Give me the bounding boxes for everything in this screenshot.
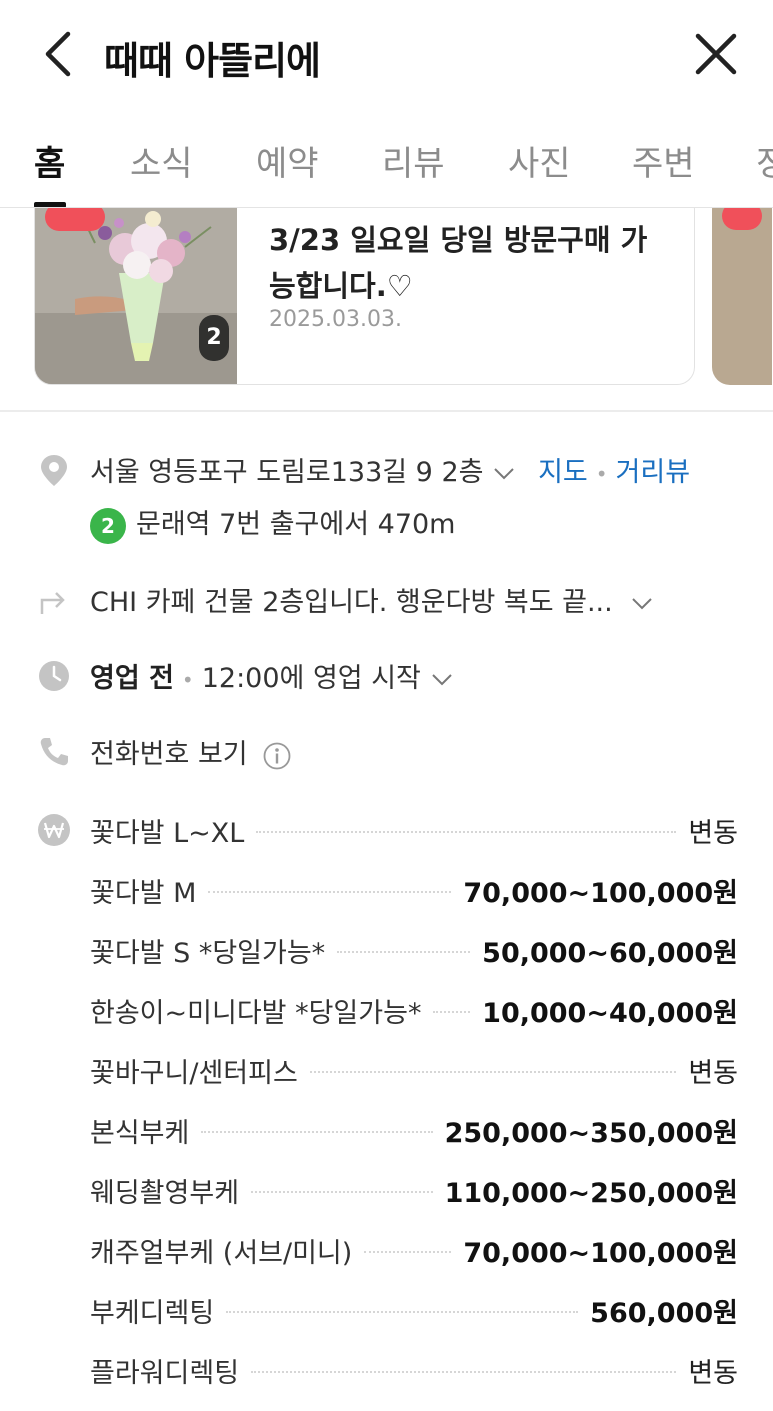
price-item-name: 꽃바구니/센터피스 xyxy=(90,1057,298,1089)
price-dotted-leader xyxy=(201,1131,433,1133)
business-status: 영업 전 xyxy=(90,663,174,694)
directions-arrow-icon xyxy=(36,582,72,618)
price-dotted-leader xyxy=(251,1371,677,1373)
subway-text: 문래역 7번 출구에서 470m xyxy=(136,509,456,540)
map-link[interactable]: 지도 xyxy=(538,457,588,488)
tab-reviews[interactable]: 리뷰 xyxy=(382,136,445,185)
price-item: 웨딩촬영부케 110,000~250,000원 xyxy=(90,1170,738,1210)
street-view-link[interactable]: 거리뷰 xyxy=(616,457,691,488)
info-icon[interactable] xyxy=(262,741,292,771)
chevron-down-icon[interactable] xyxy=(431,673,453,687)
price-item: 캐주얼부케 (서브/미니) 70,000~100,000원 xyxy=(90,1230,738,1270)
price-dotted-leader xyxy=(256,831,677,833)
address-row: 서울 영등포구 도림로133길 9 2층 지도 • 거리뷰 xyxy=(90,450,690,489)
phone-text: 전화번호 보기 xyxy=(90,739,248,770)
price-item-name: 꽃다발 M xyxy=(90,877,197,909)
directions-row[interactable]: CHI 카페 건물 2층입니다. 행운다방 복도 끝... xyxy=(90,580,653,619)
clock-icon xyxy=(36,658,72,694)
tab-bar: 홈 소식 예약 리뷰 사진 주변 정 xyxy=(0,108,773,208)
subway-line-badge: 2 xyxy=(90,507,126,544)
separator-dot: • xyxy=(181,667,194,692)
chevron-down-icon[interactable] xyxy=(631,597,653,611)
price-dotted-leader xyxy=(364,1251,452,1253)
directions-text: CHI 카페 건물 2층입니다. 행운다방 복도 끝... xyxy=(90,587,613,618)
phone-icon xyxy=(36,734,72,770)
header-bar: 때때 아뜰리에 xyxy=(0,0,773,108)
page-title: 때때 아뜰리에 xyxy=(104,39,321,83)
price-item: 부케디렉팅 560,000원 xyxy=(90,1290,738,1330)
price-dotted-leader xyxy=(226,1311,579,1313)
price-item: 플라워디렉팅 변동 xyxy=(90,1350,738,1390)
tab-nearby[interactable]: 주변 xyxy=(632,136,695,185)
tab-reservation[interactable]: 예약 xyxy=(256,136,319,185)
price-item-name: 캐주얼부케 (서브/미니) xyxy=(90,1237,353,1269)
news-date: 2025.03.03. xyxy=(269,307,402,332)
section-divider xyxy=(0,410,773,412)
image-count-badge: 2 xyxy=(199,315,229,361)
tab-news[interactable]: 소식 xyxy=(130,136,193,185)
price-item-value: 110,000~250,000원 xyxy=(444,1177,738,1209)
price-item-value: 560,000원 xyxy=(590,1297,738,1329)
location-pin-icon xyxy=(36,452,72,488)
next-news-card[interactable] xyxy=(712,208,772,385)
tab-home[interactable]: 홈 xyxy=(34,136,65,185)
price-item-value: 10,000~40,000원 xyxy=(482,997,738,1029)
price-dotted-leader xyxy=(251,1191,433,1193)
tab-info[interactable]: 정 xyxy=(756,136,773,185)
address-text: 서울 영등포구 도림로133길 9 2층 xyxy=(90,457,484,488)
price-item-value: 250,000~350,000원 xyxy=(444,1117,738,1149)
news-title: 3/23 일요일 당일 방문구매 가능합니다.♡ xyxy=(269,223,648,303)
tab-photos[interactable]: 사진 xyxy=(508,136,571,185)
price-item-value: 변동 xyxy=(688,817,738,849)
price-item-name: 꽃다발 L~XL xyxy=(90,817,245,849)
price-item: 꽃바구니/센터피스 변동 xyxy=(90,1050,738,1090)
price-item-name: 꽃다발 S *당일가능* xyxy=(90,937,326,969)
price-dotted-leader xyxy=(433,1011,471,1013)
chevron-down-icon[interactable] xyxy=(493,467,515,481)
news-new-badge xyxy=(45,208,105,231)
news-card[interactable]: 2 3/23 일요일 당일 방문구매 가능합니다.♡ 2025.03.03. xyxy=(34,208,695,385)
price-dotted-leader xyxy=(309,1071,677,1073)
price-item-value: 70,000~100,000원 xyxy=(463,1237,738,1269)
news-carousel: 2 3/23 일요일 당일 방문구매 가능합니다.♡ 2025.03.03. xyxy=(0,208,773,410)
price-dotted-leader xyxy=(337,951,471,953)
price-item-name: 플라워디렉팅 xyxy=(90,1357,240,1389)
business-hours: 12:00에 영업 시작 xyxy=(201,663,421,694)
price-item-value: 변동 xyxy=(688,1357,738,1389)
price-dotted-leader xyxy=(208,891,452,893)
subway-row: 2 문래역 7번 출구에서 470m xyxy=(90,502,455,544)
price-item: 꽃다발 L~XL 변동 xyxy=(90,810,738,850)
price-item: 꽃다발 S *당일가능* 50,000~60,000원 xyxy=(90,930,738,970)
price-item-value: 70,000~100,000원 xyxy=(463,877,738,909)
price-item: 꽃다발 M 70,000~100,000원 xyxy=(90,870,738,910)
news-thumbnail: 2 xyxy=(35,208,237,384)
price-item-name: 본식부케 xyxy=(90,1117,190,1149)
price-item: 한송이~미니다발 *당일가능* 10,000~40,000원 xyxy=(90,990,738,1030)
hours-row[interactable]: 영업 전 • 12:00에 영업 시작 xyxy=(90,656,453,695)
price-item-name: 웨딩촬영부케 xyxy=(90,1177,240,1209)
won-icon xyxy=(36,812,72,848)
close-icon[interactable] xyxy=(690,28,742,80)
back-arrow-icon[interactable] xyxy=(36,28,84,80)
separator-dot: • xyxy=(595,461,608,486)
price-item-value: 변동 xyxy=(688,1057,738,1089)
news-new-badge xyxy=(722,208,762,230)
price-item-name: 부케디렉팅 xyxy=(90,1297,215,1329)
price-item-value: 50,000~60,000원 xyxy=(482,937,738,969)
price-item-name: 한송이~미니다발 *당일가능* xyxy=(90,997,422,1029)
phone-row[interactable]: 전화번호 보기 xyxy=(90,732,292,771)
price-item: 본식부케 250,000~350,000원 xyxy=(90,1110,738,1150)
